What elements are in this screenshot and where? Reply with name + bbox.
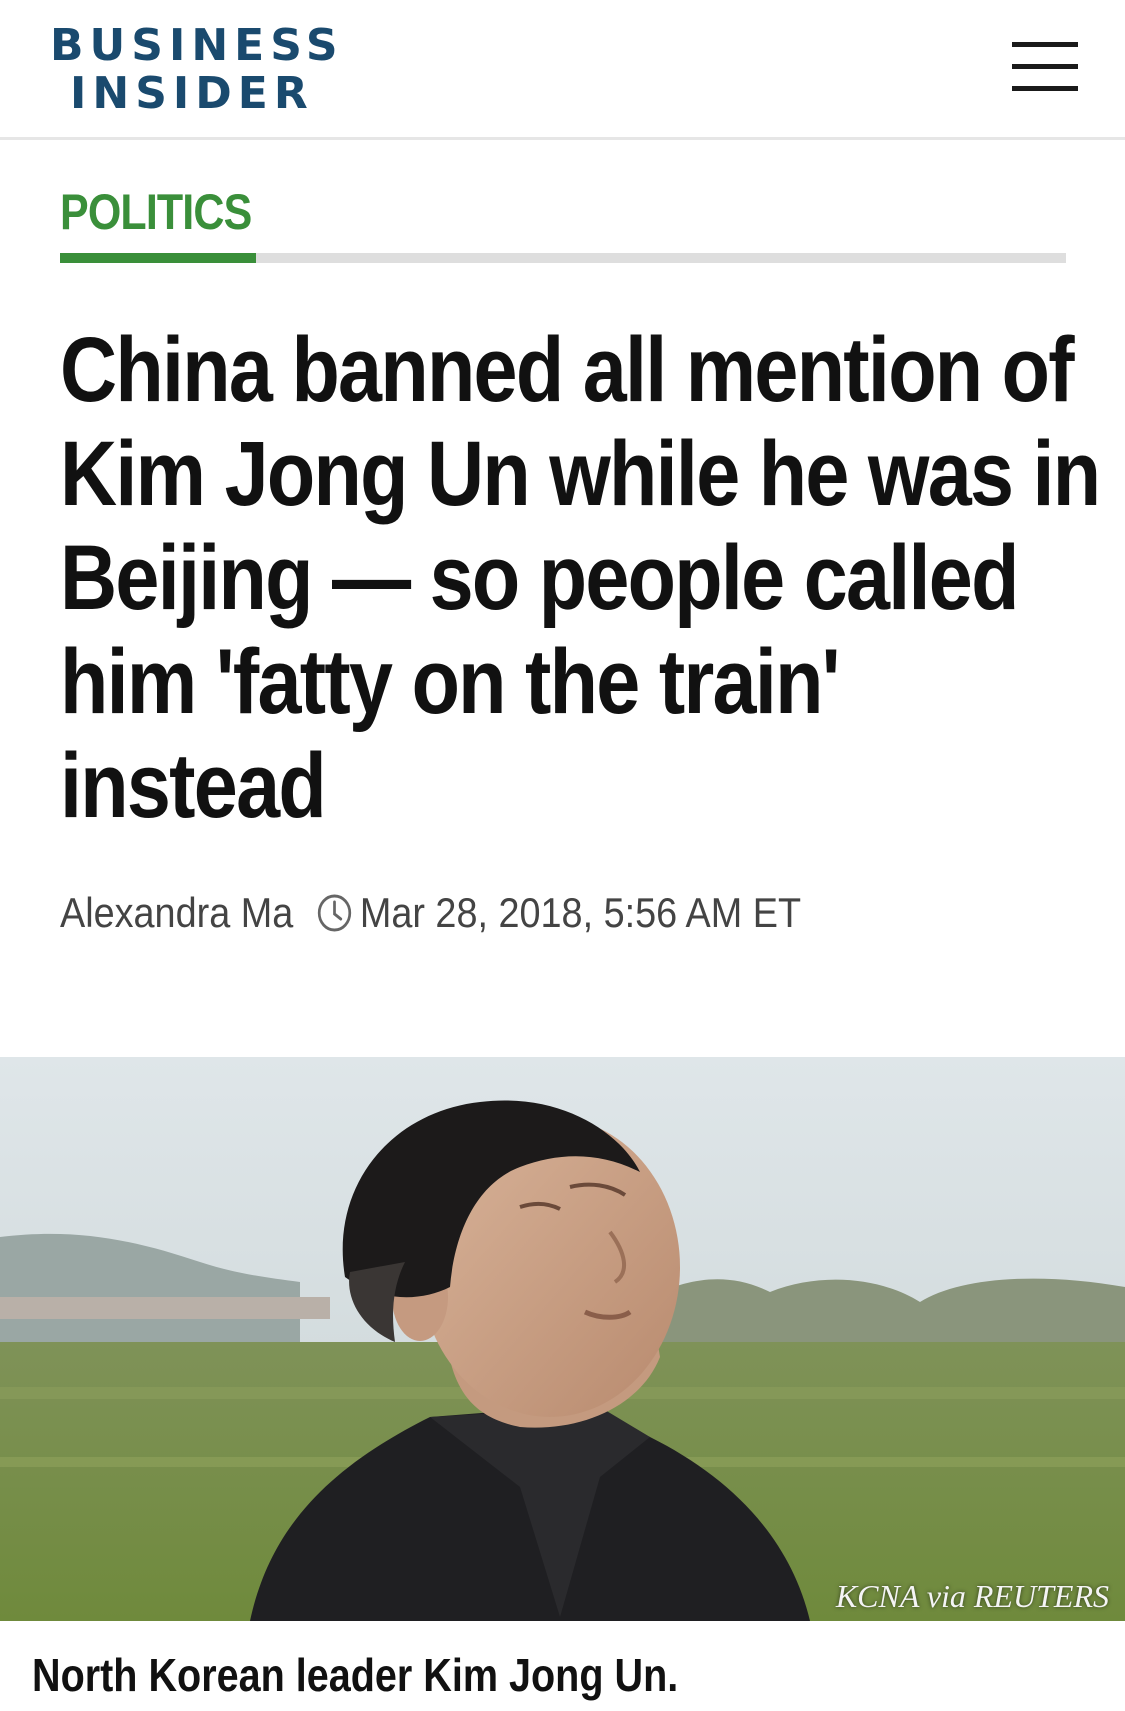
photo-credit: KCNA via REUTERS [835,1578,1109,1614]
logo-line-2: INSIDER [70,68,314,119]
menu-bar [1012,64,1078,69]
headline-line: instead [60,735,327,837]
section-label-politics[interactable]: POLITICS [60,183,252,241]
headline-line: Kim Jong Un while he was in [60,423,1101,525]
byline: Alexandra Ma Mar 28, 2018, 5:56 AM ET [60,888,801,938]
section-divider [60,253,1066,263]
business-insider-logo[interactable]: BUSINESS INSIDER [50,22,344,118]
author-name[interactable]: Alexandra Ma [60,889,293,937]
section-divider-accent [60,253,256,263]
headline-line: Beijing — so people called [60,527,1019,629]
hamburger-menu-icon[interactable] [1008,40,1080,92]
clock-icon [317,893,353,933]
photo-illustration: KCNA via REUTERS [0,1057,1125,1621]
menu-bar [1012,42,1078,47]
logo-line-1: BUSINESS [50,20,344,71]
headline-line: China banned all mention of [60,319,1075,421]
headline-line: him 'fatty on the train' [60,631,841,733]
article-photo: KCNA via REUTERS [0,1057,1125,1621]
site-header: BUSINESS INSIDER [0,0,1125,140]
publish-timestamp: Mar 28, 2018, 5:56 AM ET [359,889,802,936]
article-page: BUSINESS INSIDER POLITICS China banned a… [0,0,1125,1711]
article-headline: China banned all mention of Kim Jong Un … [60,318,1101,838]
menu-bar [1012,86,1078,91]
photo-caption: North Korean leader Kim Jong Un. [32,1649,679,1701]
